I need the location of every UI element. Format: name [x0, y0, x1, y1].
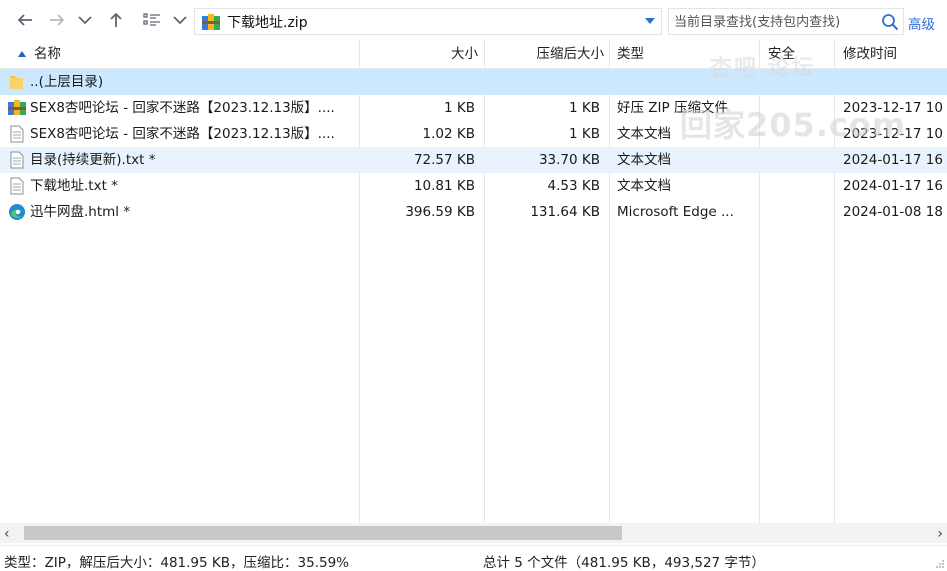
chevron-down-icon: [173, 16, 187, 25]
arrow-up-icon: [110, 12, 122, 27]
file-list: ..(上层目录) SEX8杏吧论坛 - 回家不迷路【2023.12.13版】..…: [0, 69, 947, 523]
search-input[interactable]: [674, 12, 874, 32]
column-size[interactable]: 大小: [360, 40, 478, 69]
resize-grip-icon[interactable]: [935, 559, 945, 569]
file-size: 10.81 KB: [413, 178, 475, 194]
up-button[interactable]: [104, 8, 128, 32]
view-mode-button[interactable]: [140, 8, 164, 32]
table-row[interactable]: 目录(持续更新).txt * 72.57 KB 33.70 KB 文本文档 20…: [0, 147, 947, 173]
table-row[interactable]: 下载地址.txt * 10.81 KB 4.53 KB 文本文档 2024-01…: [0, 173, 947, 199]
address-path: 下载地址.zip: [227, 14, 308, 31]
file-size: 1 KB: [444, 100, 475, 116]
column-header: 名称 大小 压缩后大小 类型 安全 修改时间: [0, 40, 947, 69]
list-view-icon: [143, 13, 160, 26]
text-file-icon: [10, 125, 24, 143]
arrow-left-icon: [17, 14, 32, 26]
address-dropdown-icon[interactable]: [645, 18, 655, 24]
forward-button[interactable]: [44, 8, 70, 32]
file-size: 72.57 KB: [413, 152, 475, 168]
sort-ascending-icon: [18, 51, 26, 57]
column-name[interactable]: 名称: [18, 40, 358, 69]
file-size: 1.02 KB: [422, 126, 475, 142]
table-row[interactable]: SEX8杏吧论坛 - 回家不迷路【2023.12.13版】.... 1.02 K…: [0, 121, 947, 147]
file-modified: 2024-01-17 16: [843, 178, 943, 194]
folder-icon: [10, 76, 23, 89]
text-file-icon: [10, 177, 24, 195]
arrow-right-icon: [50, 14, 65, 26]
file-name: ..(上层目录): [30, 74, 104, 90]
column-type[interactable]: 类型: [617, 40, 757, 69]
zip-archive-icon: [202, 13, 220, 30]
horizontal-scrollbar[interactable]: ‹ ›: [0, 523, 947, 543]
file-compressed-size: 4.53 KB: [547, 178, 600, 194]
file-name: 下载地址.txt *: [30, 178, 118, 194]
history-dropdown-button[interactable]: [74, 8, 96, 32]
file-totals: 总计 5 个文件（481.95 KB，493,527 字节）: [483, 555, 765, 571]
scroll-left-icon[interactable]: ‹: [4, 526, 10, 542]
parent-folder-row[interactable]: ..(上层目录): [0, 69, 947, 95]
chevron-down-icon: [78, 16, 92, 25]
file-name: SEX8杏吧论坛 - 回家不迷路【2023.12.13版】....: [30, 126, 335, 142]
text-file-icon: [10, 151, 24, 169]
file-type: 文本文档: [617, 152, 671, 168]
file-name: SEX8杏吧论坛 - 回家不迷路【2023.12.13版】....: [30, 100, 335, 116]
table-row[interactable]: SEX8杏吧论坛 - 回家不迷路【2023.12.13版】.... 1 KB 1…: [0, 95, 947, 121]
column-security[interactable]: 安全: [768, 40, 832, 69]
file-compressed-size: 131.64 KB: [530, 204, 600, 220]
file-compressed-size: 1 KB: [569, 126, 600, 142]
address-bar[interactable]: 下载地址.zip: [194, 8, 662, 35]
file-type: 好压 ZIP 压缩文件: [617, 100, 728, 116]
file-name: 迅牛网盘.html *: [30, 204, 131, 220]
file-compressed-size: 33.70 KB: [538, 152, 600, 168]
zip-archive-icon: [8, 100, 26, 115]
file-name: 目录(持续更新).txt *: [30, 152, 156, 168]
file-compressed-size: 1 KB: [569, 100, 600, 116]
column-modified[interactable]: 修改时间: [843, 40, 947, 69]
status-bar: 类型：ZIP，解压后大小：481.95 KB，压缩比：35.59% 总计 5 个…: [0, 545, 947, 571]
scroll-right-icon[interactable]: ›: [937, 526, 943, 542]
file-size: 396.59 KB: [405, 204, 475, 220]
edge-icon: [9, 204, 25, 220]
file-type: 文本文档: [617, 126, 671, 142]
scrollbar-thumb[interactable]: [24, 526, 622, 540]
archive-info: 类型：ZIP，解压后大小：481.95 KB，压缩比：35.59%: [4, 555, 349, 571]
file-modified: 2023-12-17 10: [843, 100, 943, 116]
search-icon[interactable]: [881, 13, 899, 31]
back-button[interactable]: [12, 8, 38, 32]
file-modified: 2024-01-17 16: [843, 152, 943, 168]
view-mode-dropdown[interactable]: [170, 8, 190, 32]
file-type: Microsoft Edge ...: [617, 204, 734, 220]
file-modified: 2024-01-08 18: [843, 204, 943, 220]
column-compressed-size[interactable]: 压缩后大小: [486, 40, 605, 69]
file-modified: 2023-12-17 10: [843, 126, 943, 142]
file-type: 文本文档: [617, 178, 671, 194]
table-row[interactable]: 迅牛网盘.html * 396.59 KB 131.64 KB Microsof…: [0, 199, 947, 225]
search-box: [668, 8, 904, 35]
toolbar: 下载地址.zip 高级: [0, 0, 947, 40]
advanced-search-link[interactable]: 高级: [908, 13, 935, 33]
